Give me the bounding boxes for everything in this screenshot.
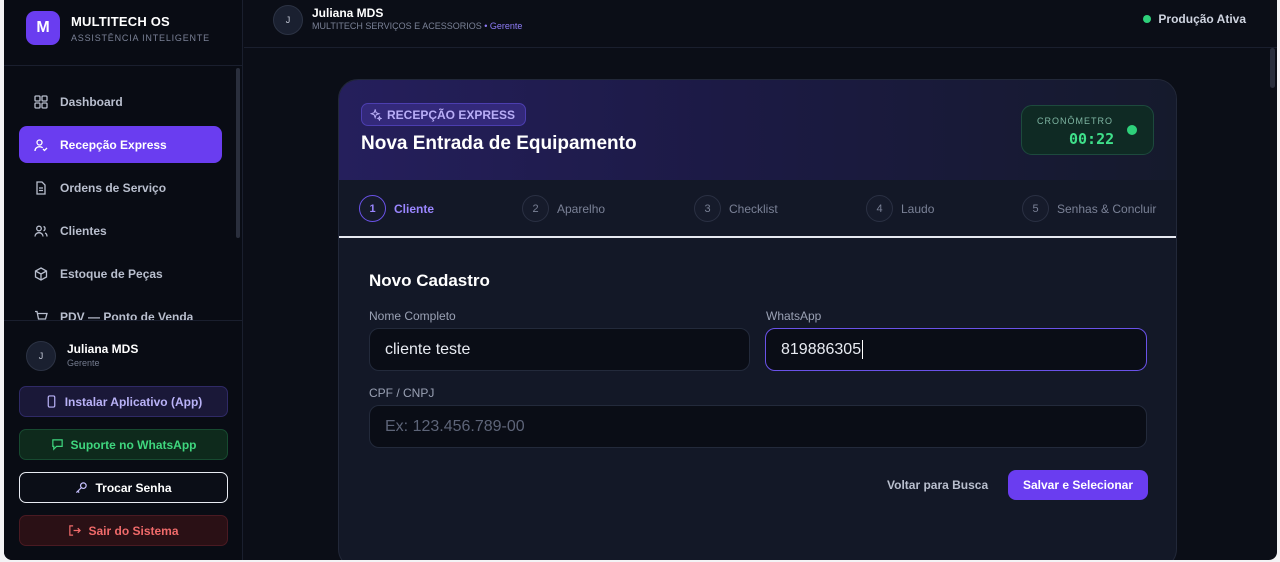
sidebar: M MULTITECH OS ASSISTÊNCIA INTELIGENTE D… xyxy=(4,0,243,560)
avatar[interactable]: J xyxy=(26,341,56,371)
brand-logo[interactable]: M xyxy=(26,11,60,45)
app-window: M MULTITECH OS ASSISTÊNCIA INTELIGENTE D… xyxy=(4,0,1277,560)
step-label: Checklist xyxy=(729,201,778,216)
timer-widget: CRONÔMETRO 00:22 xyxy=(1021,105,1154,155)
sidebar-scrollbar[interactable] xyxy=(236,68,240,238)
brand-subtitle: ASSISTÊNCIA INTELIGENTE xyxy=(71,33,210,43)
dashboard-icon xyxy=(34,94,48,109)
step-number: 1 xyxy=(359,195,386,222)
whatsapp-support-label: Suporte no WhatsApp xyxy=(70,437,197,452)
company-role: • Gerente xyxy=(484,21,523,31)
main-scrollbar[interactable] xyxy=(1270,48,1275,560)
step-label: Senhas & Concluir xyxy=(1057,201,1157,216)
timer-live-dot-icon xyxy=(1127,125,1137,135)
cart-icon xyxy=(34,310,48,320)
step-label: Laudo xyxy=(901,201,935,216)
whatsapp-support-button[interactable]: Suporte no WhatsApp xyxy=(19,429,228,460)
form-title: Novo Cadastro xyxy=(369,271,490,290)
user-check-icon xyxy=(34,138,48,152)
step-laudo[interactable]: 4 Laudo xyxy=(866,195,934,222)
cpf-placeholder: Ex: 123.456.789-00 xyxy=(385,417,525,435)
install-app-label: Instalar Aplicativo (App) xyxy=(64,394,203,409)
stepper: 1 Cliente 2 Aparelho 3 Checklist 4 Laudo… xyxy=(339,180,1176,238)
reception-card: RECEPÇÃO EXPRESS Nova Entrada de Equipam… xyxy=(338,79,1177,560)
install-app-button[interactable]: Instalar Aplicativo (App) xyxy=(19,386,228,417)
chat-icon xyxy=(51,439,63,451)
whatsapp-value: 819886305 xyxy=(781,340,862,358)
logout-label: Sair do Sistema xyxy=(88,523,179,538)
back-to-search-link[interactable]: Voltar para Busca xyxy=(887,478,988,492)
user-role: Gerente xyxy=(67,358,100,368)
name-input[interactable]: cliente teste xyxy=(369,328,750,371)
step-cliente[interactable]: 1 Cliente xyxy=(359,195,434,222)
user-name: Juliana MDS xyxy=(67,342,139,356)
step-label: Cliente xyxy=(394,201,435,216)
step-number: 4 xyxy=(866,195,893,222)
card-header: RECEPÇÃO EXPRESS Nova Entrada de Equipam… xyxy=(339,80,1176,180)
whatsapp-label: WhatsApp xyxy=(766,309,822,323)
brand-title: MULTITECH OS xyxy=(71,14,170,29)
step-number: 5 xyxy=(1022,195,1049,222)
name-label: Nome Completo xyxy=(369,309,456,323)
brand-header: M MULTITECH OS ASSISTÊNCIA INTELIGENTE xyxy=(4,0,243,66)
status-badge: Produção Ativa xyxy=(1143,12,1246,26)
status-label: Produção Ativa xyxy=(1158,12,1246,26)
logout-button[interactable]: Sair do Sistema xyxy=(19,515,228,546)
sidebar-item-label: Clientes xyxy=(60,223,107,238)
logout-icon xyxy=(69,525,82,536)
sidebar-item-estoque-de-pecas[interactable]: Estoque de Peças xyxy=(19,255,222,292)
change-password-label: Trocar Senha xyxy=(95,480,172,495)
text-caret xyxy=(862,340,864,359)
sparkle-icon xyxy=(370,108,382,121)
recepcao-express-badge: RECEPÇÃO EXPRESS xyxy=(361,103,527,126)
sidebar-item-recepcao-express[interactable]: Recepção Express xyxy=(19,126,222,163)
topbar: J Juliana MDS MULTITECH SERVIÇOS E ACESS… xyxy=(244,0,1277,48)
users-icon xyxy=(34,224,48,238)
sidebar-item-label: Dashboard xyxy=(60,94,123,109)
avatar[interactable]: J xyxy=(273,5,303,35)
step-senhas-concluir[interactable]: 5 Senhas & Concluir xyxy=(1022,195,1156,222)
sidebar-footer: J Juliana MDS Gerente Instalar Aplicativ… xyxy=(4,320,243,560)
name-value: cliente teste xyxy=(385,340,471,358)
sidebar-item-label: Recepção Express xyxy=(60,137,167,152)
box-icon xyxy=(34,266,48,281)
change-password-button[interactable]: Trocar Senha xyxy=(19,472,228,503)
timer-value: 00:22 xyxy=(1069,130,1115,148)
cpf-label: CPF / CNPJ xyxy=(369,386,435,400)
save-and-select-button[interactable]: Salvar e Selecionar xyxy=(1008,470,1148,500)
sidebar-item-dashboard[interactable]: Dashboard xyxy=(19,83,222,120)
badge-label: RECEPÇÃO EXPRESS xyxy=(387,107,516,122)
phone-icon xyxy=(47,395,56,408)
topbar-company: MULTITECH SERVIÇOS E ACESSORIOS • Gerent… xyxy=(312,21,522,31)
document-icon xyxy=(34,180,48,195)
step-number: 3 xyxy=(694,195,721,222)
cpf-input[interactable]: Ex: 123.456.789-00 xyxy=(369,405,1147,448)
step-aparelho[interactable]: 2 Aparelho xyxy=(522,195,605,222)
key-icon xyxy=(76,482,88,494)
sidebar-nav: Dashboard Recepção Express Ordens de Ser… xyxy=(4,66,243,320)
sidebar-item-ordens-de-servico[interactable]: Ordens de Serviço xyxy=(19,169,222,206)
sidebar-item-label: Estoque de Peças xyxy=(60,266,163,281)
timer-label: CRONÔMETRO xyxy=(1037,116,1113,126)
step-label: Aparelho xyxy=(557,201,606,216)
sidebar-item-pdv[interactable]: PDV — Ponto de Venda xyxy=(19,298,222,320)
sidebar-item-label: Ordens de Serviço xyxy=(60,180,167,195)
topbar-user-name: Juliana MDS xyxy=(312,6,384,20)
main-scrollbar-thumb[interactable] xyxy=(1270,48,1275,88)
step-checklist[interactable]: 3 Checklist xyxy=(694,195,778,222)
sidebar-item-clientes[interactable]: Clientes xyxy=(19,212,222,249)
whatsapp-input[interactable]: 819886305 xyxy=(765,328,1147,371)
sidebar-item-label: PDV — Ponto de Venda xyxy=(60,309,194,321)
page-title: Nova Entrada de Equipamento xyxy=(361,133,637,154)
step-number: 2 xyxy=(522,195,549,222)
company-name: MULTITECH SERVIÇOS E ACESSORIOS xyxy=(312,21,482,31)
status-dot-icon xyxy=(1143,15,1152,23)
